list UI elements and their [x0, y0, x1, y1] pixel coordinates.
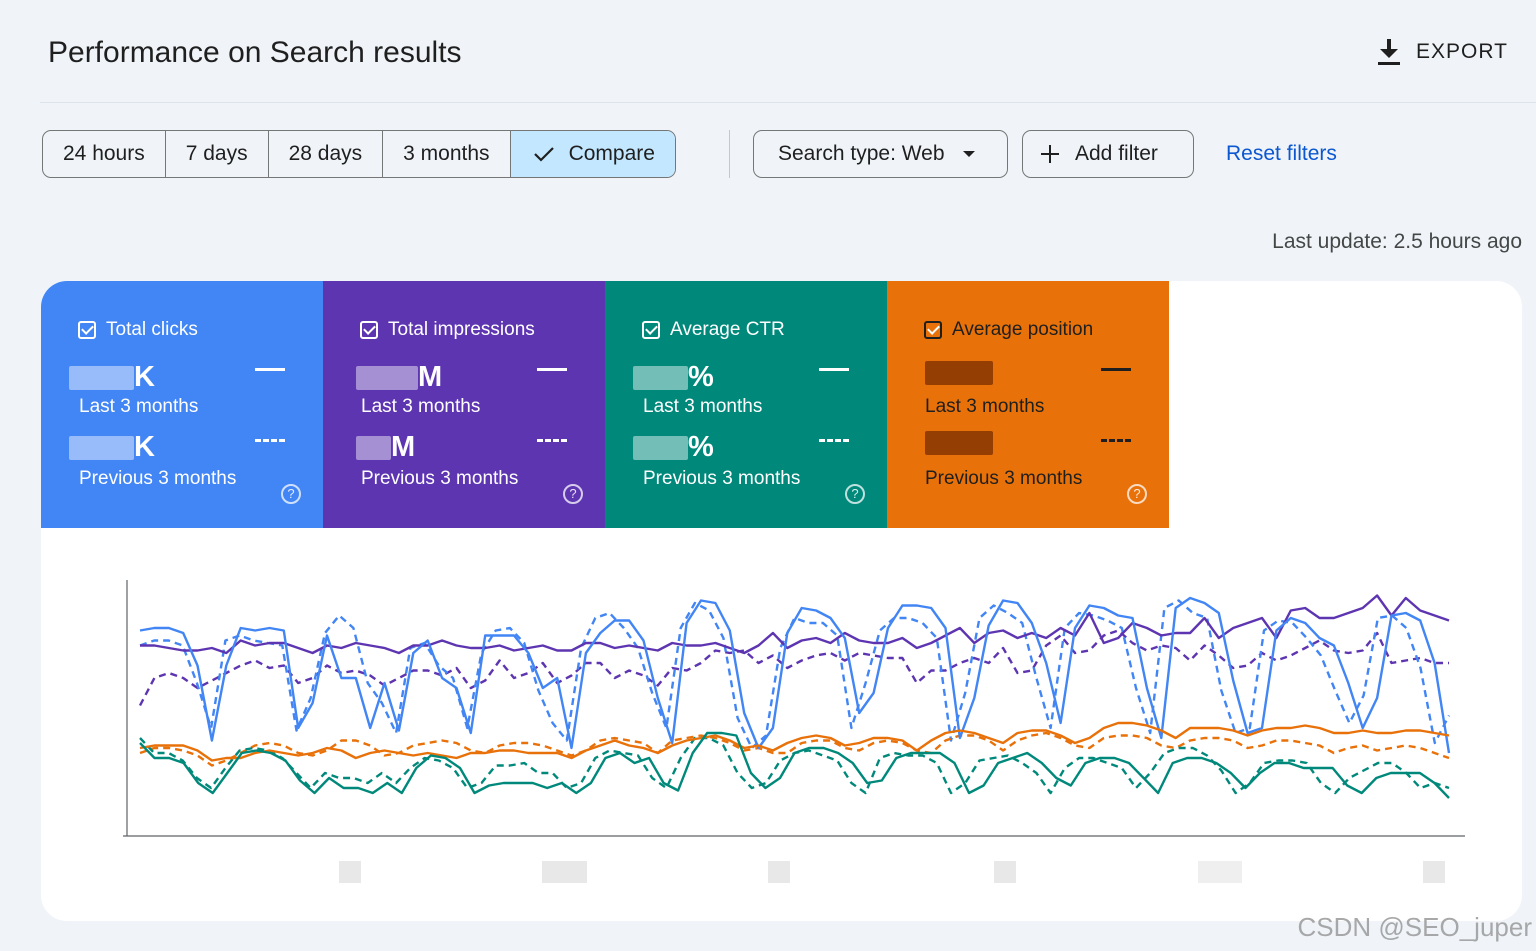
compare-label: Compare: [568, 142, 655, 165]
help-icon[interactable]: ?: [845, 484, 865, 504]
metric-title: Average position: [952, 319, 1094, 340]
current-period-label: Last 3 months: [925, 396, 1045, 417]
value-suffix: K: [134, 361, 155, 393]
solid-line-legend: [819, 368, 849, 371]
previous-period-label: Previous 3 months: [643, 468, 801, 489]
redacted-value: [69, 365, 134, 390]
metric-title: Total clicks: [106, 319, 198, 340]
help-icon[interactable]: ?: [1127, 484, 1147, 504]
checkbox-icon[interactable]: [642, 321, 660, 339]
series-line-1: [138, 629, 1449, 707]
x-tick-label: [768, 861, 790, 883]
metric-total-clicks[interactable]: Total clicks K Last 3 months K Previous …: [41, 281, 323, 528]
last-update-text: Last update: 2.5 hours ago: [1272, 230, 1522, 253]
checkbox-icon[interactable]: [78, 321, 96, 339]
page-title: Performance on Search results: [48, 36, 462, 69]
previous-value: [925, 431, 993, 455]
watermark: CSDN @SEO_juper: [1297, 912, 1532, 942]
current-value: [925, 361, 993, 385]
checkbox-icon[interactable]: [924, 321, 942, 339]
metric-average-position[interactable]: Average position Last 3 months Previous …: [887, 281, 1169, 528]
series-line-6: [139, 731, 1450, 799]
toolbar-separator: [729, 130, 730, 178]
compare-button[interactable]: Compare: [510, 131, 675, 177]
value-suffix: K: [134, 431, 155, 463]
value-suffix: %: [688, 431, 714, 463]
solid-line-legend: [1101, 368, 1131, 371]
previous-period-label: Previous 3 months: [925, 468, 1083, 489]
previous-value: %: [633, 431, 714, 464]
checkbox-icon[interactable]: [360, 321, 378, 339]
add-filter-label: Add filter: [1075, 142, 1158, 165]
redacted-value: [356, 435, 391, 460]
metric-header: Average CTR: [642, 319, 785, 341]
export-label: EXPORT: [1416, 40, 1508, 63]
previous-period-label: Previous 3 months: [79, 468, 237, 489]
metric-title: Average CTR: [670, 319, 785, 340]
solid-line-legend: [537, 368, 567, 371]
series-line-0: [140, 594, 1450, 655]
range-28-days[interactable]: 28 days: [269, 131, 384, 177]
redacted-value: [633, 435, 688, 460]
help-icon[interactable]: ?: [281, 484, 301, 504]
current-value: K: [69, 361, 155, 394]
x-tick-label: [1423, 861, 1445, 883]
previous-value: K: [69, 431, 155, 464]
x-tick-label: [339, 861, 361, 883]
dashed-line-legend: [255, 439, 285, 442]
help-icon[interactable]: ?: [563, 484, 583, 504]
value-suffix: %: [688, 361, 714, 393]
metric-total-impressions[interactable]: Total impressions M Last 3 months M Prev…: [323, 281, 605, 528]
redacted-value: [925, 431, 993, 455]
range-24-hours[interactable]: 24 hours: [43, 131, 166, 177]
current-period-label: Last 3 months: [361, 396, 481, 417]
dropdown-arrow-icon: [962, 151, 975, 157]
download-icon: [1378, 39, 1401, 65]
dashed-line-legend: [819, 439, 849, 442]
solid-line-legend: [255, 368, 285, 371]
plus-icon: [1041, 145, 1059, 163]
metric-header: Average position: [924, 319, 1093, 341]
dashed-line-legend: [1101, 439, 1131, 442]
value-suffix: M: [418, 361, 443, 393]
redacted-value: [925, 361, 993, 385]
current-value: %: [633, 361, 714, 394]
range-3-months[interactable]: 3 months: [383, 131, 511, 177]
metric-tiles: Total clicks K Last 3 months K Previous …: [41, 281, 1169, 528]
search-type-dropdown[interactable]: Search type: Web: [753, 130, 1008, 178]
search-type-label: Search type: Web: [778, 142, 945, 165]
x-tick-label: [994, 861, 1016, 883]
x-tick-label: [1198, 861, 1242, 883]
redacted-value: [633, 365, 688, 390]
range-7-days[interactable]: 7 days: [166, 131, 269, 177]
metric-title: Total impressions: [388, 319, 535, 340]
value-suffix: M: [391, 431, 416, 463]
add-filter-button[interactable]: Add filter: [1022, 130, 1194, 178]
previous-value: M: [356, 431, 415, 464]
current-value: M: [356, 361, 442, 394]
previous-period-label: Previous 3 months: [361, 468, 519, 489]
check-icon: [533, 147, 554, 162]
reset-filters-link[interactable]: Reset filters: [1226, 142, 1337, 166]
redacted-value: [69, 435, 134, 460]
current-period-label: Last 3 months: [643, 396, 763, 417]
metric-header: Total impressions: [360, 319, 535, 341]
x-tick-label: [542, 861, 587, 883]
dashed-line-legend: [537, 439, 567, 442]
redacted-value: [356, 365, 418, 390]
header-divider: [40, 102, 1536, 103]
date-range-selector: 24 hours 7 days 28 days 3 months Compare: [42, 130, 676, 178]
export-button[interactable]: EXPORT: [1376, 38, 1508, 66]
performance-card: Total clicks K Last 3 months K Previous …: [41, 281, 1522, 921]
metric-average-ctr[interactable]: Average CTR % Last 3 months % Previous 3…: [605, 281, 887, 528]
metric-header: Total clicks: [78, 319, 198, 341]
current-period-label: Last 3 months: [79, 396, 199, 417]
